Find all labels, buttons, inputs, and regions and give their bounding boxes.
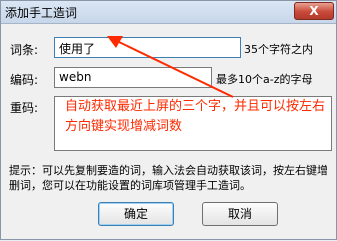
cancel-button[interactable]: 取消 (202, 202, 278, 226)
add-custom-word-dialog: 添加手工造词 X 词条: 使用了 35个字符之内 编码: webn 最多10个a… (0, 0, 337, 240)
help-hint: 提示：可以先复制要造的词，输入法会自动获取该词，按左右键增删词，您可以在功能设置… (9, 164, 328, 192)
ok-button[interactable]: 确定 (98, 202, 174, 226)
